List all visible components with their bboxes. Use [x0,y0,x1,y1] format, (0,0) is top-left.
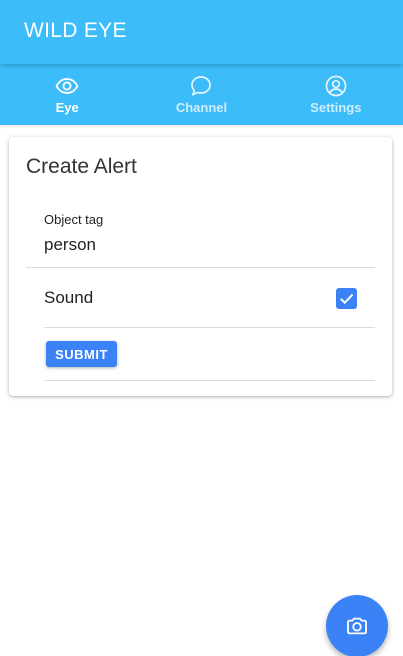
camera-fab-button[interactable] [326,595,388,656]
account-circle-icon [324,74,348,98]
tab-eye[interactable]: Eye [0,64,134,125]
sound-checkbox[interactable] [336,288,357,309]
object-tag-label: Object tag [44,212,104,227]
object-tag-input[interactable] [44,233,364,257]
check-icon [340,293,354,305]
object-tag-underline [26,267,375,268]
camera-icon [347,617,367,635]
tab-settings[interactable]: Settings [269,64,403,125]
tab-settings-label: Settings [310,100,362,115]
create-alert-card: Create Alert Object tag Sound SUBMIT [9,137,392,396]
submit-button[interactable]: SUBMIT [46,341,117,367]
tab-channel-label: Channel [175,100,228,115]
tab-bar: Eye Channel Settings [0,64,403,125]
eye-icon [55,74,79,98]
chat-bubble-icon [189,74,213,98]
submit-divider [44,380,375,381]
app-root: WILD EYE Eye Channel Settings Create Ale… [0,0,403,656]
app-bar: WILD EYE [0,0,403,64]
sound-divider [44,327,375,328]
app-title: WILD EYE [24,19,127,42]
tab-eye-label: Eye [55,100,79,115]
card-title: Create Alert [26,155,137,178]
tab-channel[interactable]: Channel [134,64,268,125]
sound-label: Sound [44,288,94,307]
